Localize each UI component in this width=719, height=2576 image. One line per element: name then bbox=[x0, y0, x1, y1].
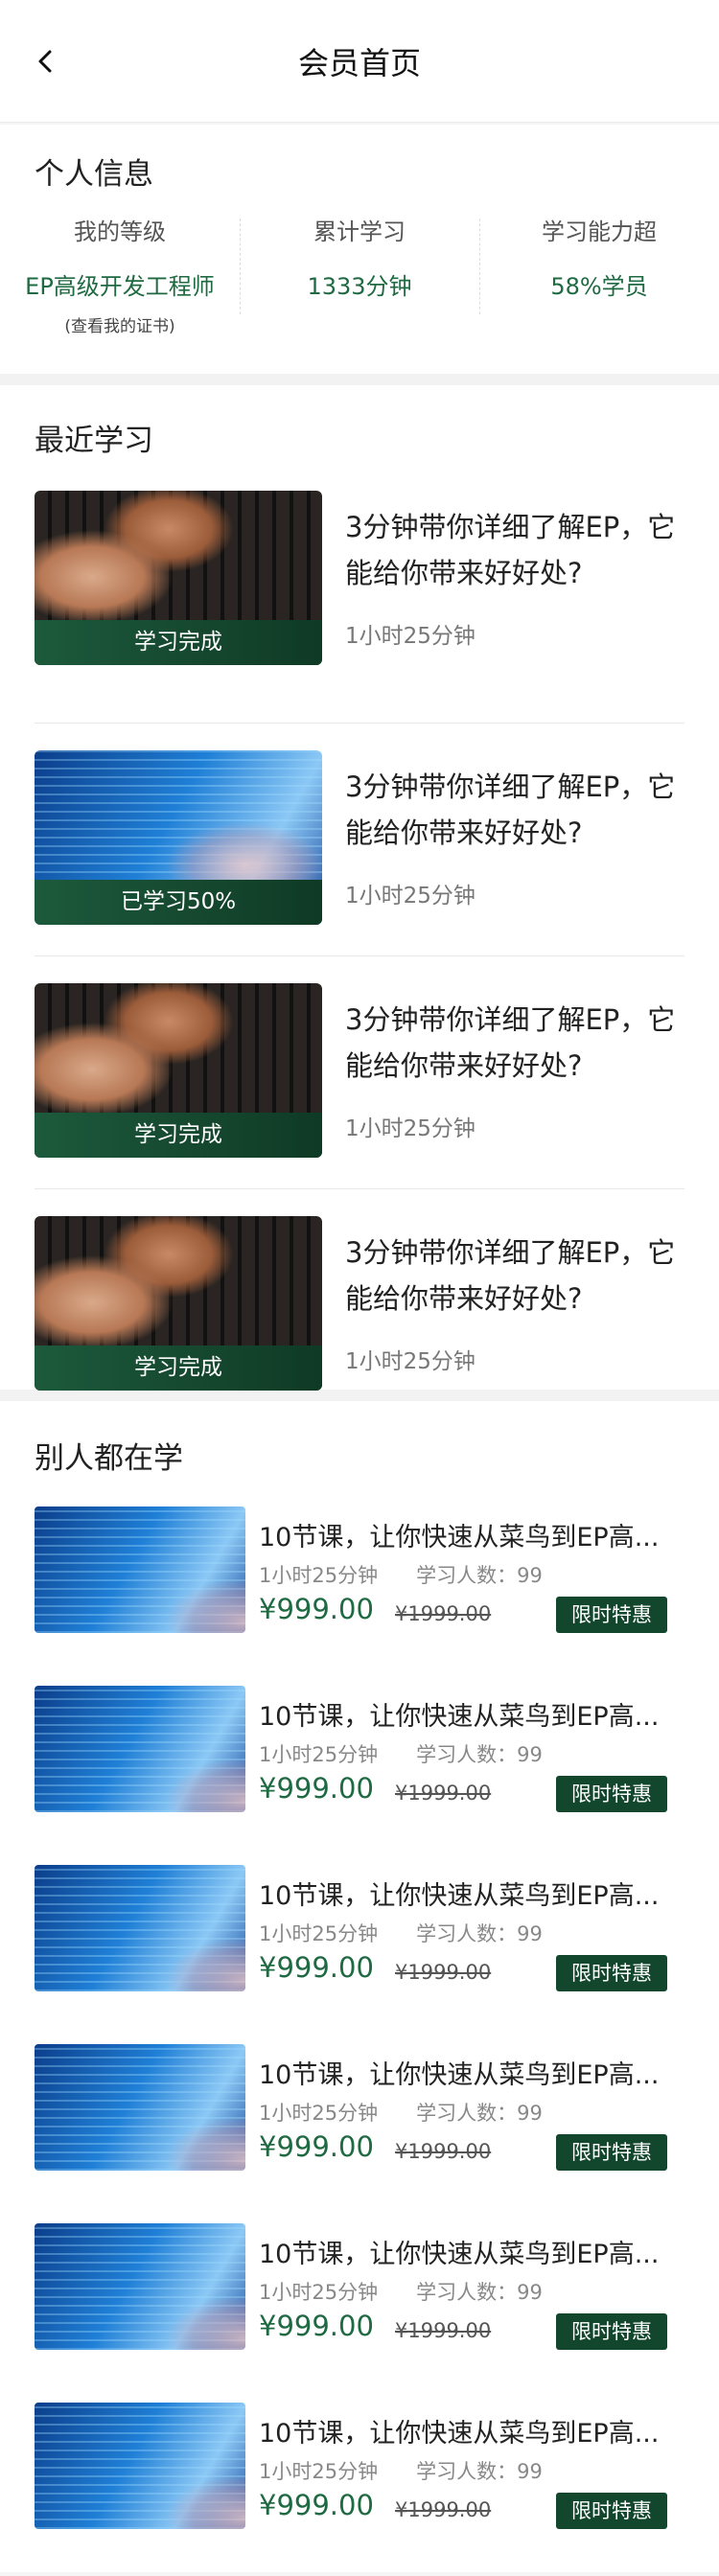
progress-status: 学习完成 bbox=[35, 1113, 322, 1158]
course-thumbnail: 学习完成 bbox=[35, 983, 322, 1158]
course-meta: 1小时25分钟 学习人数：99 bbox=[259, 2277, 543, 2306]
course-title: 3分钟带你详细了解EP，它能给你带来好好处? bbox=[345, 770, 676, 849]
limited-offer-badge: 限时特惠 bbox=[556, 1955, 667, 1991]
recent-item[interactable]: 学习完成 3分钟带你详细了解EP，它能给你带来好好处? 1小时25分钟 bbox=[35, 491, 684, 724]
limited-offer-badge: 限时特惠 bbox=[556, 2134, 667, 2171]
course-price: ¥999.00 bbox=[259, 1593, 374, 1625]
limited-offer-badge: 限时特惠 bbox=[556, 1597, 667, 1633]
profile-section: 个人信息 我的等级 EP高级开发工程师 (查看我的证书) 累计学习 1333分钟… bbox=[0, 125, 719, 374]
progress-status: 学习完成 bbox=[35, 1346, 322, 1391]
course-price: ¥999.00 bbox=[259, 2489, 374, 2521]
recent-list: 学习完成 3分钟带你详细了解EP，它能给你带来好好处? 1小时25分钟 已学习5… bbox=[0, 491, 719, 1422]
recent-section: 最近学习 学习完成 3分钟带你详细了解EP，它能给你带来好好处? 1小时25分钟… bbox=[0, 385, 719, 1391]
course-meta: 1小时25分钟 学习人数：99 bbox=[259, 1560, 543, 1589]
course-price: ¥999.00 bbox=[259, 1951, 374, 1984]
stat-total-study: 累计学习 1333分钟 bbox=[240, 213, 479, 328]
course-title: 3分钟带你详细了解EP，它能给你带来好好处? bbox=[345, 511, 676, 589]
profile-stats: 我的等级 EP高级开发工程师 (查看我的证书) 累计学习 1333分钟 学习能力… bbox=[0, 213, 719, 336]
course-card[interactable]: 10节课，让你快速从菜鸟到EP高... 1小时25分钟 学习人数：99 ¥999.… bbox=[35, 1506, 684, 1686]
course-thumbnail bbox=[35, 1865, 245, 1991]
course-title: 10节课，让你快速从菜鸟到EP高... bbox=[259, 1881, 660, 1911]
course-learners: 学习人数：99 bbox=[416, 1564, 543, 1587]
limited-offer-badge: 限时特惠 bbox=[556, 1776, 667, 1812]
course-thumbnail bbox=[35, 2403, 245, 2529]
page-title: 会员首页 bbox=[297, 44, 421, 81]
popular-section: 别人都在学 10节课，让你快速从菜鸟到EP高... 1小时25分钟 学习人数：99… bbox=[0, 1401, 719, 2572]
recent-item[interactable]: 已学习50% 3分钟带你详细了解EP，它能给你带来好好处? 1小时25分钟 bbox=[35, 724, 684, 956]
course-card[interactable]: 10节课，让你快速从菜鸟到EP高... 1小时25分钟 学习人数：99 ¥999.… bbox=[35, 2044, 684, 2223]
recent-item[interactable]: 学习完成 3分钟带你详细了解EP，它能给你带来好好处? 1小时25分钟 bbox=[35, 956, 684, 1189]
course-learners: 学习人数：99 bbox=[416, 2460, 543, 2483]
course-title: 10节课，让你快速从菜鸟到EP高... bbox=[259, 1702, 660, 1732]
section-divider bbox=[0, 374, 719, 385]
stat-value: EP高级开发工程师 bbox=[25, 273, 215, 300]
course-learners: 学习人数：99 bbox=[416, 2281, 543, 2304]
stat-label: 我的等级 bbox=[74, 218, 166, 245]
stat-label: 累计学习 bbox=[313, 218, 406, 245]
course-thumbnail: 学习完成 bbox=[35, 1216, 322, 1391]
course-card[interactable]: 10节课，让你快速从菜鸟到EP高... 1小时25分钟 学习人数：99 ¥999.… bbox=[35, 2403, 684, 2576]
course-price: ¥999.00 bbox=[259, 2130, 374, 2163]
recent-section-title: 最近学习 bbox=[35, 424, 153, 458]
course-meta: 1小时25分钟 学习人数：99 bbox=[259, 2456, 543, 2485]
stat-value: 58%学员 bbox=[550, 273, 648, 300]
course-meta: 1小时25分钟 学习人数：99 bbox=[259, 2098, 543, 2127]
course-title: 10节课，让你快速从菜鸟到EP高... bbox=[259, 2060, 660, 2090]
course-thumbnail: 已学习50% bbox=[35, 750, 322, 925]
course-duration: 1小时25分钟 bbox=[345, 1116, 475, 1141]
course-old-price: ¥1999.00 bbox=[395, 2140, 492, 2163]
course-duration: 1小时25分钟 bbox=[259, 2460, 379, 2483]
progress-status: 已学习50% bbox=[35, 880, 322, 925]
course-duration: 1小时25分钟 bbox=[345, 884, 475, 908]
course-thumbnail bbox=[35, 1686, 245, 1812]
course-card[interactable]: 10节课，让你快速从菜鸟到EP高... 1小时25分钟 学习人数：99 ¥999.… bbox=[35, 2223, 684, 2403]
course-card[interactable]: 10节课，让你快速从菜鸟到EP高... 1小时25分钟 学习人数：99 ¥999.… bbox=[35, 1865, 684, 2044]
course-meta: 1小时25分钟 学习人数：99 bbox=[259, 1739, 543, 1768]
limited-offer-badge: 限时特惠 bbox=[556, 2313, 667, 2350]
course-title: 10节课，让你快速从菜鸟到EP高... bbox=[259, 1523, 660, 1552]
course-learners: 学习人数：99 bbox=[416, 2102, 543, 2125]
course-thumbnail bbox=[35, 2044, 245, 2171]
course-learners: 学习人数：99 bbox=[416, 1922, 543, 1945]
course-duration: 1小时25分钟 bbox=[345, 624, 475, 649]
course-price: ¥999.00 bbox=[259, 2310, 374, 2342]
course-duration: 1小时25分钟 bbox=[345, 1349, 475, 1374]
view-certificate-link[interactable]: (查看我的证书) bbox=[0, 312, 240, 336]
course-price: ¥999.00 bbox=[259, 1772, 374, 1805]
course-learners: 学习人数：99 bbox=[416, 1743, 543, 1766]
course-duration: 1小时25分钟 bbox=[259, 2102, 379, 2125]
stat-label: 学习能力超 bbox=[542, 218, 657, 245]
recent-item[interactable]: 学习完成 3分钟带你详细了解EP，它能给你带来好好处? 1小时25分钟 bbox=[35, 1189, 684, 1422]
course-thumbnail bbox=[35, 1506, 245, 1633]
chevron-left-icon[interactable] bbox=[33, 48, 59, 75]
course-meta: 1小时25分钟 学习人数：99 bbox=[259, 1919, 543, 1947]
course-card[interactable]: 10节课，让你快速从菜鸟到EP高... 1小时25分钟 学习人数：99 ¥999.… bbox=[35, 1686, 684, 1865]
stat-level[interactable]: 我的等级 EP高级开发工程师 (查看我的证书) bbox=[0, 213, 240, 336]
course-old-price: ¥1999.00 bbox=[395, 1782, 492, 1805]
course-old-price: ¥1999.00 bbox=[395, 2319, 492, 2342]
course-duration: 1小时25分钟 bbox=[259, 2281, 379, 2304]
course-duration: 1小时25分钟 bbox=[259, 1564, 379, 1587]
profile-section-title: 个人信息 bbox=[35, 157, 153, 192]
progress-status: 学习完成 bbox=[35, 620, 322, 665]
stat-ability: 学习能力超 58%学员 bbox=[479, 213, 719, 328]
course-old-price: ¥1999.00 bbox=[395, 1602, 492, 1625]
course-title: 3分钟带你详细了解EP，它能给你带来好好处? bbox=[345, 1236, 676, 1315]
header-bar: 会员首页 bbox=[0, 0, 719, 123]
course-old-price: ¥1999.00 bbox=[395, 1961, 492, 1984]
limited-offer-badge: 限时特惠 bbox=[556, 2493, 667, 2529]
course-title: 10节课，让你快速从菜鸟到EP高... bbox=[259, 2419, 660, 2449]
course-title: 3分钟带你详细了解EP，它能给你带来好好处? bbox=[345, 1003, 676, 1082]
course-thumbnail bbox=[35, 2223, 245, 2350]
course-title: 10节课，让你快速从菜鸟到EP高... bbox=[259, 2240, 660, 2269]
course-duration: 1小时25分钟 bbox=[259, 1743, 379, 1766]
course-thumbnail: 学习完成 bbox=[35, 491, 322, 665]
stat-value: 1333分钟 bbox=[307, 273, 412, 300]
course-old-price: ¥1999.00 bbox=[395, 2498, 492, 2521]
course-duration: 1小时25分钟 bbox=[259, 1922, 379, 1945]
